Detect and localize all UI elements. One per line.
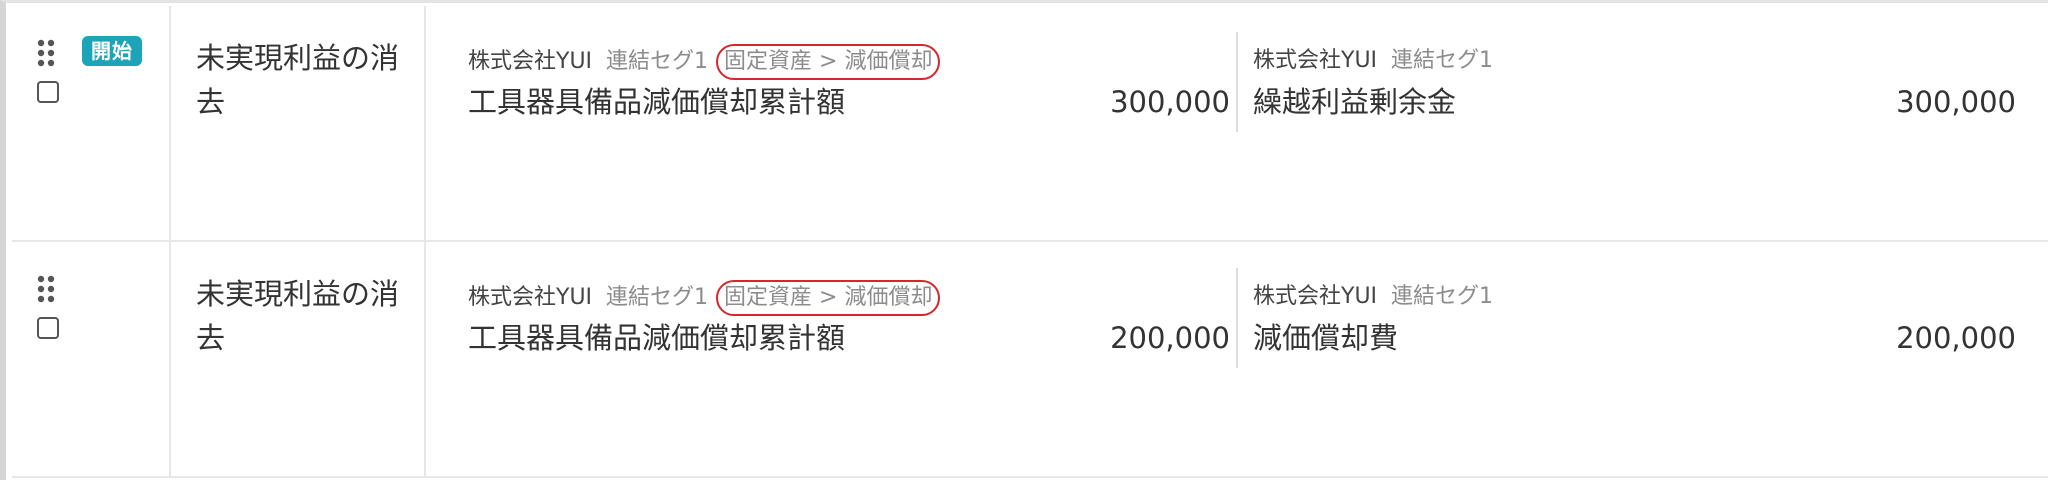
entry-description: 未実現利益の消去: [196, 41, 400, 119]
debit-company: 株式会社YUI: [468, 285, 593, 310]
table-row[interactable]: 未実現利益の消去 株式会社YUI 連結セグ1 固定資産 > 減価償却 工具器具備品減…: [12, 242, 2048, 478]
debit-company: 株式会社YUI: [468, 49, 593, 74]
debit-tag: 固定資産 > 減価償却: [716, 44, 941, 80]
credit-segment: 連結セグ1: [1391, 284, 1494, 309]
debit-credit-divider: [1236, 268, 1238, 368]
column-divider: [424, 6, 426, 240]
drag-handle-icon[interactable]: [36, 39, 56, 67]
column-divider: [169, 6, 171, 240]
credit-amount: 200,000: [1896, 321, 2016, 355]
status-badge: 開始: [82, 36, 142, 66]
row-select-checkbox[interactable]: [37, 81, 59, 103]
row-select-checkbox[interactable]: [37, 317, 59, 339]
debit-segment: 連結セグ1: [606, 285, 709, 310]
column-divider: [424, 242, 426, 476]
debit-account: 工具器具備品減価償却累計額: [468, 85, 846, 119]
column-divider: [169, 242, 171, 476]
debit-tag: 固定資産 > 減価償却: [716, 280, 941, 316]
credit-amount: 300,000: [1896, 85, 2016, 119]
debit-credit-divider: [1236, 32, 1238, 132]
table-row[interactable]: 開始 未実現利益の消去 株式会社YUI 連結セグ1 固定資産 > 減価償却 工具器具…: [12, 6, 2048, 242]
credit-meta: 株式会社YUI 連結セグ1: [1253, 44, 1493, 78]
credit-account: 減価償却費: [1253, 321, 1399, 355]
credit-account: 繰越利益剰余金: [1253, 85, 1457, 119]
debit-account: 工具器具備品減価償却累計額: [468, 321, 846, 355]
debit-segment: 連結セグ1: [606, 49, 709, 74]
journal-entry-table: 開始 未実現利益の消去 株式会社YUI 連結セグ1 固定資産 > 減価償却 工具器具…: [0, 0, 2048, 480]
drag-handle-icon[interactable]: [36, 275, 56, 303]
credit-company: 株式会社YUI: [1253, 48, 1378, 73]
credit-segment: 連結セグ1: [1391, 48, 1494, 73]
credit-company: 株式会社YUI: [1253, 284, 1378, 309]
credit-meta: 株式会社YUI 連結セグ1: [1253, 280, 1493, 314]
debit-amount: 200,000: [1110, 321, 1230, 355]
debit-meta: 株式会社YUI 連結セグ1 固定資産 > 減価償却: [468, 280, 941, 316]
debit-amount: 300,000: [1110, 85, 1230, 119]
entry-description: 未実現利益の消去: [196, 277, 400, 355]
debit-meta: 株式会社YUI 連結セグ1 固定資産 > 減価償却: [468, 44, 941, 80]
